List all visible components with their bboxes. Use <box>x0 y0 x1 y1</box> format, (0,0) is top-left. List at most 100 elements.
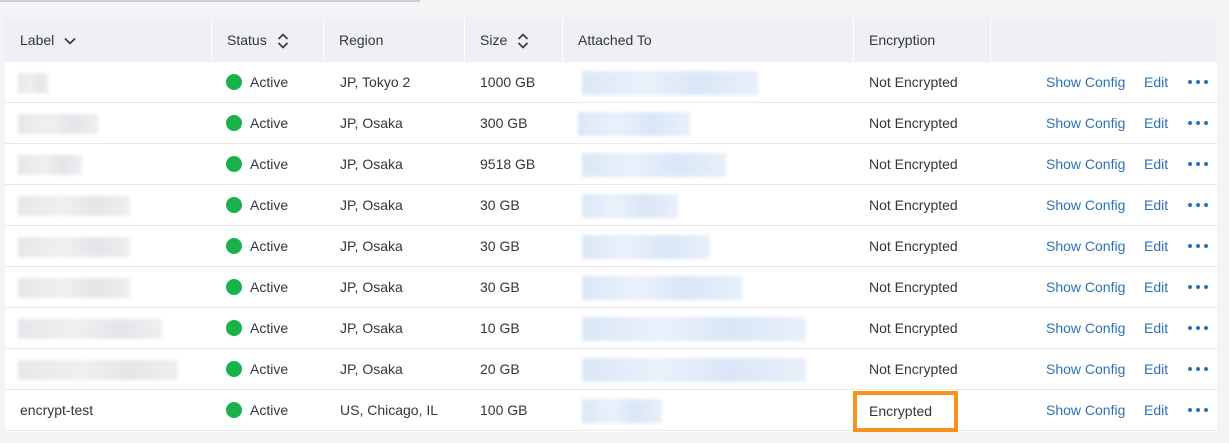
more-options-icon[interactable] <box>1186 185 1212 225</box>
chevron-down-icon <box>64 37 76 45</box>
volumes-table: Label Status Region Size Attached To Enc… <box>5 18 1217 432</box>
table-row: Active JP, Osaka 10 GB Not Encrypted Show Co… <box>5 308 1217 349</box>
status-active-icon <box>226 361 242 377</box>
show-config-link[interactable]: Show Config <box>1046 308 1125 348</box>
size-text: 30 GB <box>480 238 520 254</box>
show-config-link[interactable]: Show Config <box>1046 390 1125 430</box>
status-text: Active <box>250 320 289 336</box>
size-text: 100 GB <box>480 402 528 418</box>
column-header-encryption[interactable]: Encryption <box>854 18 991 62</box>
status-text: Active <box>250 115 289 131</box>
show-config-link[interactable]: Show Config <box>1046 226 1125 266</box>
attached-to-redacted[interactable] <box>582 71 758 95</box>
more-options-icon[interactable] <box>1186 349 1212 389</box>
sort-icon <box>277 33 289 49</box>
volume-label[interactable]: encrypt-test <box>20 390 93 430</box>
encryption-text: Not Encrypted <box>869 115 958 131</box>
volume-label-redacted <box>18 155 82 175</box>
more-options-icon[interactable] <box>1186 226 1212 266</box>
more-options-icon[interactable] <box>1186 144 1212 184</box>
column-header-label[interactable]: Label <box>5 18 212 62</box>
encryption-text: Not Encrypted <box>869 156 958 172</box>
attached-to-redacted[interactable] <box>582 194 678 218</box>
column-header-region[interactable]: Region <box>324 18 465 62</box>
status-active-icon <box>226 279 242 295</box>
volume-label-redacted <box>18 319 162 339</box>
size-text: 9518 GB <box>480 156 536 172</box>
edit-link[interactable]: Edit <box>1144 267 1168 307</box>
column-header-attached-to[interactable]: Attached To <box>563 18 854 62</box>
sort-icon <box>517 33 529 49</box>
table-row: encrypt-test Active US, Chicago, IL 100 GB S… <box>5 390 1217 431</box>
volume-label-redacted <box>18 278 130 298</box>
table-row: Active JP, Tokyo 2 1000 GB Not Encrypted Sho… <box>5 62 1217 103</box>
encryption-text: Not Encrypted <box>869 238 958 254</box>
more-options-icon[interactable] <box>1186 390 1212 430</box>
attached-to-redacted[interactable] <box>582 235 710 259</box>
show-config-link[interactable]: Show Config <box>1046 185 1125 225</box>
volume-label-redacted <box>18 196 130 216</box>
edit-link[interactable]: Edit <box>1144 390 1168 430</box>
more-options-icon[interactable] <box>1186 308 1212 348</box>
size-text: 30 GB <box>480 197 520 213</box>
region-text: JP, Osaka <box>340 115 403 131</box>
encryption-text: Not Encrypted <box>869 74 958 90</box>
encryption-text: Not Encrypted <box>869 197 958 213</box>
more-options-icon[interactable] <box>1186 103 1212 143</box>
attached-to-redacted[interactable] <box>582 276 742 300</box>
edit-link[interactable]: Edit <box>1144 226 1168 266</box>
edit-link[interactable]: Edit <box>1144 144 1168 184</box>
status-text: Active <box>250 361 289 377</box>
attached-to-redacted[interactable] <box>582 358 806 382</box>
status-active-icon <box>226 402 242 418</box>
table-row: Active JP, Osaka 30 GB Not Encrypted Show Co… <box>5 185 1217 226</box>
attached-to-redacted[interactable] <box>582 317 806 341</box>
region-text: JP, Osaka <box>340 320 403 336</box>
volume-label-redacted <box>18 114 98 134</box>
column-header-size[interactable]: Size <box>465 18 563 62</box>
status-text: Active <box>250 402 289 418</box>
show-config-link[interactable]: Show Config <box>1046 349 1125 389</box>
column-header-status[interactable]: Status <box>212 18 324 62</box>
encryption-text: Not Encrypted <box>869 361 958 377</box>
edit-link[interactable]: Edit <box>1144 308 1168 348</box>
status-text: Active <box>250 279 289 295</box>
edit-link[interactable]: Edit <box>1144 185 1168 225</box>
volume-label-redacted <box>18 360 178 380</box>
status-text: Active <box>250 238 289 254</box>
edit-link[interactable]: Edit <box>1144 103 1168 143</box>
status-active-icon <box>226 197 242 213</box>
status-active-icon <box>226 115 242 131</box>
table-row: Active JP, Osaka 30 GB Not Encrypted Show Co… <box>5 226 1217 267</box>
column-header-actions <box>991 18 1217 62</box>
more-options-icon[interactable] <box>1186 62 1212 102</box>
show-config-link[interactable]: Show Config <box>1046 267 1125 307</box>
attached-to-redacted[interactable] <box>582 399 662 423</box>
region-text: JP, Osaka <box>340 197 403 213</box>
more-options-icon[interactable] <box>1186 267 1212 307</box>
table-row: Active JP, Osaka 30 GB Not Encrypted Show Co… <box>5 267 1217 308</box>
attached-to-redacted[interactable] <box>582 153 726 177</box>
status-active-icon <box>226 238 242 254</box>
size-text: 10 GB <box>480 320 520 336</box>
table-row: Active JP, Osaka 9518 GB Not Encrypted Show … <box>5 144 1217 185</box>
size-text: 20 GB <box>480 361 520 377</box>
show-config-link[interactable]: Show Config <box>1046 144 1125 184</box>
top-divider <box>0 0 420 2</box>
table-row: Active JP, Osaka 300 GB Not Encrypted Show C… <box>5 103 1217 144</box>
size-text: 1000 GB <box>480 74 536 90</box>
region-text: JP, Osaka <box>340 238 403 254</box>
show-config-link[interactable]: Show Config <box>1046 103 1125 143</box>
table-row: Active JP, Osaka 20 GB Not Encrypted Show Co… <box>5 349 1217 390</box>
region-text: JP, Osaka <box>340 279 403 295</box>
status-active-icon <box>226 156 242 172</box>
region-text: JP, Osaka <box>340 361 403 377</box>
size-text: 30 GB <box>480 279 520 295</box>
table-header: Label Status Region Size Attached To Enc… <box>5 18 1217 62</box>
region-text: JP, Osaka <box>340 156 403 172</box>
edit-link[interactable]: Edit <box>1144 62 1168 102</box>
show-config-link[interactable]: Show Config <box>1046 62 1125 102</box>
attached-to-redacted[interactable] <box>578 112 690 136</box>
edit-link[interactable]: Edit <box>1144 349 1168 389</box>
size-text: 300 GB <box>480 115 528 131</box>
